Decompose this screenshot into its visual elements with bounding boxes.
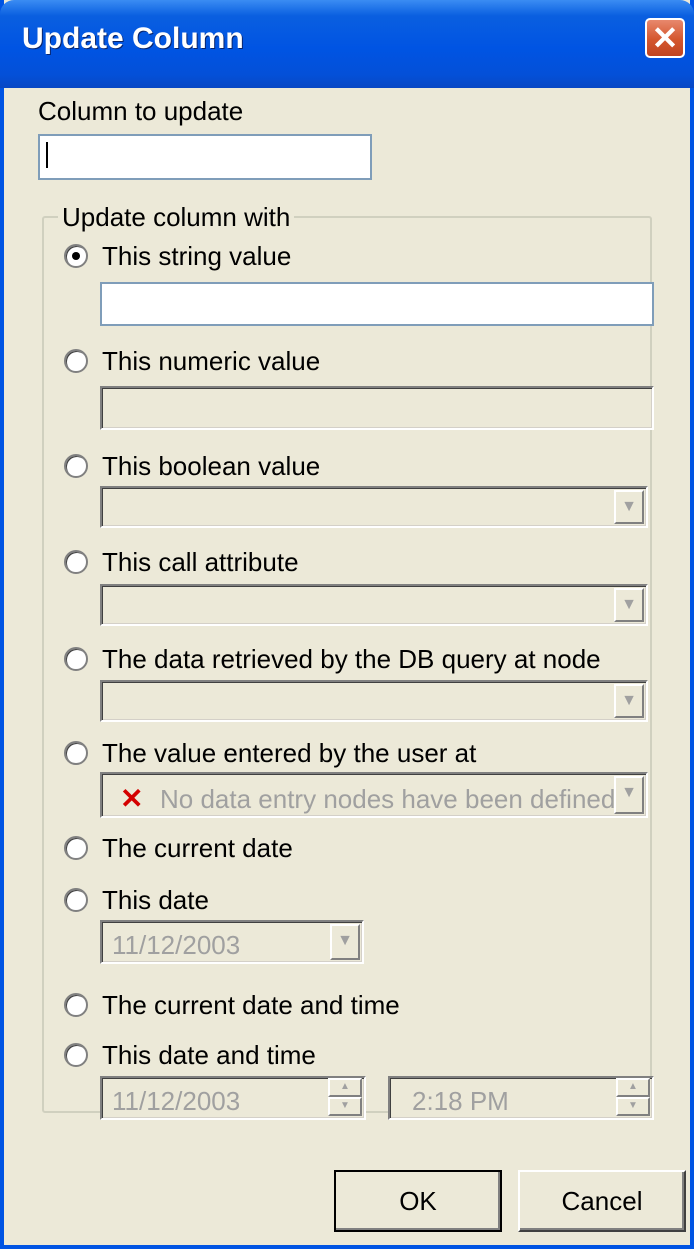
date-value-text: 11/12/2003 (112, 930, 241, 960)
option-call-attribute-label[interactable]: This call attribute (102, 547, 299, 578)
db-query-node-dropdown[interactable]: ▼ (100, 680, 648, 722)
option-user-entry-label[interactable]: The value entered by the user at (102, 738, 476, 769)
radio-boolean-value[interactable] (64, 454, 88, 478)
radio-current-datetime[interactable] (64, 993, 88, 1017)
cancel-button-label: Cancel (561, 1186, 643, 1216)
chevron-down-icon[interactable]: ▼ (614, 490, 644, 524)
radio-numeric-value[interactable] (64, 349, 88, 373)
radio-this-datetime[interactable] (64, 1043, 88, 1067)
text-caret (46, 142, 48, 168)
ok-button-label: OK (399, 1186, 437, 1216)
option-this-datetime-label[interactable]: This date and time (102, 1040, 316, 1071)
numeric-value-input[interactable] (100, 386, 654, 430)
option-db-query-label[interactable]: The data retrieved by the DB query at no… (102, 644, 601, 675)
chevron-down-icon[interactable]: ▼ (614, 684, 644, 718)
datetime-time-input[interactable]: 2:18 PM (388, 1076, 654, 1120)
column-to-update-input[interactable] (38, 134, 372, 180)
datetime-time-text: 2:18 PM (412, 1086, 509, 1116)
spin-up-icon[interactable]: ▲ (328, 1078, 362, 1097)
chevron-down-icon[interactable]: ▼ (614, 776, 644, 814)
datetime-time-spinner[interactable]: ▲ ▼ (616, 1078, 650, 1116)
radio-string-value[interactable] (64, 244, 88, 268)
chevron-down-icon[interactable]: ▼ (614, 588, 644, 622)
spin-down-icon[interactable]: ▼ (616, 1097, 650, 1116)
update-column-dialog: Update Column ✕ Column to update Update … (0, 0, 694, 1249)
call-attribute-dropdown[interactable]: ▼ (100, 584, 648, 626)
spin-down-icon[interactable]: ▼ (328, 1097, 362, 1116)
spin-up-icon[interactable]: ▲ (616, 1078, 650, 1097)
option-this-date-label[interactable]: This date (102, 885, 209, 916)
title-bar[interactable]: Update Column ✕ (0, 0, 694, 88)
datetime-date-text: 11/12/2003 (112, 1086, 241, 1116)
date-picker[interactable]: 11/12/2003 ▼ (100, 920, 364, 964)
window-title: Update Column (22, 22, 244, 55)
boolean-value-dropdown[interactable]: ▼ (100, 486, 648, 528)
option-current-datetime-label[interactable]: The current date and time (102, 990, 400, 1021)
option-current-date-label[interactable]: The current date (102, 833, 293, 864)
user-entry-node-dropdown[interactable]: ✕ No data entry nodes have been defined.… (100, 772, 648, 818)
option-boolean-label[interactable]: This boolean value (102, 451, 320, 482)
datetime-date-spinner[interactable]: ▲ ▼ (328, 1078, 362, 1116)
option-numeric-label[interactable]: This numeric value (102, 346, 320, 377)
chevron-down-icon[interactable]: ▼ (330, 924, 360, 960)
datetime-date-input[interactable]: 11/12/2003 (100, 1076, 366, 1120)
group-legend: Update column with (58, 202, 295, 233)
column-to-update-label: Column to update (38, 96, 244, 126)
radio-current-date[interactable] (64, 836, 88, 860)
radio-db-query[interactable] (64, 647, 88, 671)
option-string-label[interactable]: This string value (102, 241, 291, 272)
cancel-button[interactable]: Cancel (518, 1170, 686, 1232)
user-entry-node-text: No data entry nodes have been defined. (160, 784, 623, 814)
radio-call-attribute[interactable] (64, 550, 88, 574)
ok-button[interactable]: OK (334, 1170, 502, 1232)
red-x-icon: ✕ (120, 783, 144, 814)
string-value-input[interactable] (100, 282, 654, 326)
radio-user-entry[interactable] (64, 741, 88, 765)
radio-this-date[interactable] (64, 888, 88, 912)
close-icon[interactable]: ✕ (645, 18, 685, 58)
